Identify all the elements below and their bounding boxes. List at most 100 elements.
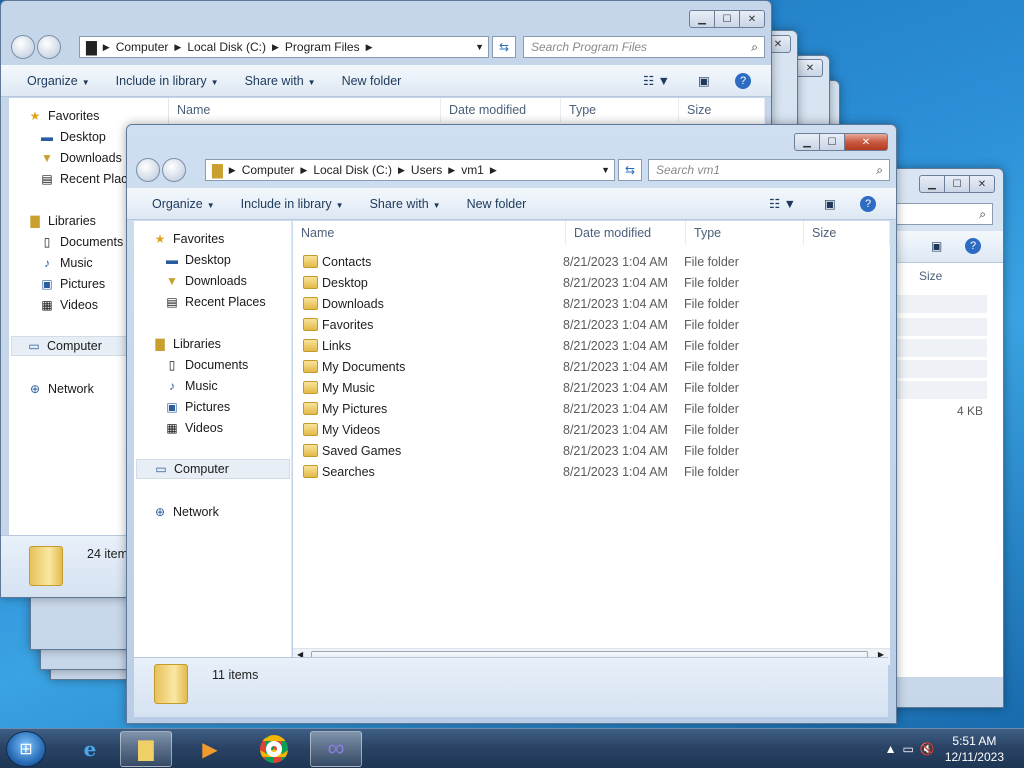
column-type[interactable]: Type xyxy=(561,98,679,122)
taskbar-windows-explorer[interactable]: ▇ xyxy=(120,731,172,767)
clock[interactable]: 5:51 AM 12/11/2023 xyxy=(945,733,1004,765)
refresh-button[interactable]: ⇆ xyxy=(618,159,642,181)
refresh-button[interactable]: ⇆ xyxy=(492,36,516,58)
organize-menu[interactable]: Organize ▼ xyxy=(152,197,215,211)
address-bar[interactable]: ▇ ▶ Computer ▶ Local Disk (C:) ▶ Program Fi… xyxy=(79,36,489,58)
forward-button[interactable] xyxy=(162,158,186,182)
file-row-my-pictures[interactable]: My Pictures 8/21/2023 1:04 AM File folder xyxy=(303,398,890,419)
address-bar[interactable]: ▇ ▶ Computer ▶ Local Disk (C:) ▶ Users ▶ vm1… xyxy=(205,159,615,181)
nav-documents[interactable]: ▯ Documents xyxy=(164,355,291,375)
column-size[interactable]: Size xyxy=(679,98,765,122)
explorer-window-vm1[interactable]: ▁ ☐ ✕ ▇ ▶ Computer ▶ Local Disk (C:) ▶ User… xyxy=(126,124,897,724)
column-date-modified[interactable]: Date modified xyxy=(566,221,686,245)
new-folder-button[interactable]: New folder xyxy=(342,74,402,88)
nav-downloads[interactable]: ▼ Downloads xyxy=(164,271,291,291)
minimize-button[interactable]: ▁ xyxy=(689,10,715,28)
nav-favorites[interactable]: ★ Favorites xyxy=(152,229,291,249)
maximize-button[interactable]: ☐ xyxy=(819,133,845,151)
search-input[interactable]: Search vm1 ⌕ xyxy=(648,159,890,181)
taskbar-visual-studio[interactable]: ∞ xyxy=(310,731,362,767)
help-icon[interactable]: ? xyxy=(735,72,751,89)
network-icon: ⊕ xyxy=(29,382,41,396)
clock-time: 5:51 AM xyxy=(952,734,997,748)
column-size[interactable]: Size xyxy=(804,221,890,245)
include-in-library-menu[interactable]: Include in library ▼ xyxy=(116,74,219,88)
nav-libraries[interactable]: ▇ Libraries xyxy=(152,334,291,354)
file-row-favorites[interactable]: Favorites 8/21/2023 1:04 AM File folder xyxy=(303,314,890,335)
share-with-menu[interactable]: Share with ▼ xyxy=(245,74,316,88)
show-hidden-icons-icon[interactable]: ▲ xyxy=(885,742,897,756)
folder-icon xyxy=(303,318,318,331)
nav-pictures[interactable]: ▣ Pictures xyxy=(164,397,291,417)
nav-recent-places[interactable]: ▤ Recent Places xyxy=(164,292,291,312)
downloads-icon: ▼ xyxy=(166,274,178,288)
preview-pane-icon[interactable]: ▣ xyxy=(931,239,942,253)
file-row-searches[interactable]: Searches 8/21/2023 1:04 AM File folder xyxy=(303,461,890,482)
column-type[interactable]: Type xyxy=(686,221,804,245)
close-button[interactable]: ✕ xyxy=(969,175,995,193)
search-input[interactable]: Search Program Files ⌕ xyxy=(523,36,765,58)
column-name[interactable]: Name xyxy=(293,221,566,245)
file-row-my-videos[interactable]: My Videos 8/21/2023 1:04 AM File folder xyxy=(303,419,890,440)
close-button[interactable]: ✕ xyxy=(739,10,765,28)
taskbar-media-player[interactable]: ▶ xyxy=(184,731,236,767)
breadcrumb-program-files[interactable]: Program Files xyxy=(285,40,360,54)
file-row-links[interactable]: Links 8/21/2023 1:04 AM File folder xyxy=(303,335,890,356)
breadcrumb-computer[interactable]: Computer xyxy=(242,163,295,177)
column-date-modified[interactable]: Date modified xyxy=(441,98,561,122)
include-in-library-menu[interactable]: Include in library ▼ xyxy=(241,197,344,211)
file-row-downloads[interactable]: Downloads 8/21/2023 1:04 AM File folder xyxy=(303,293,890,314)
maximize-button[interactable]: ☐ xyxy=(944,175,970,193)
nav-favorites[interactable]: ★ Favorites xyxy=(27,106,168,126)
minimize-button[interactable]: ▁ xyxy=(919,175,945,193)
preview-pane-icon[interactable]: ▣ xyxy=(824,196,836,211)
help-icon[interactable]: ? xyxy=(860,195,876,212)
breadcrumb-local-disk[interactable]: Local Disk (C:) xyxy=(187,40,266,54)
nav-videos[interactable]: ▦ Videos xyxy=(164,418,291,438)
breadcrumb-local-disk[interactable]: Local Disk (C:) xyxy=(313,163,392,177)
minimize-button[interactable]: ▁ xyxy=(794,133,820,151)
close-button[interactable]: ✕ xyxy=(844,133,888,151)
view-options-icon[interactable]: ☷ ▼ xyxy=(643,73,670,88)
file-row-desktop[interactable]: Desktop 8/21/2023 1:04 AM File folder xyxy=(303,272,890,293)
nav-desktop[interactable]: ▬ Desktop xyxy=(164,250,291,270)
preview-pane-icon[interactable]: ▣ xyxy=(698,73,710,88)
breadcrumb-vm1[interactable]: vm1 xyxy=(461,163,484,177)
start-button[interactable]: ⊞ xyxy=(6,731,46,767)
nav-network[interactable]: ⊕ Network xyxy=(152,502,291,522)
file-row-contacts[interactable]: Contacts 8/21/2023 1:04 AM File folder xyxy=(303,251,890,272)
file-row-my-documents[interactable]: My Documents 8/21/2023 1:04 AM File folder xyxy=(303,356,890,377)
file-row-saved-games[interactable]: Saved Games 8/21/2023 1:04 AM File folder xyxy=(303,440,890,461)
new-folder-button[interactable]: New folder xyxy=(467,197,527,211)
taskbar-internet-explorer[interactable]: e xyxy=(64,731,116,767)
forward-button[interactable] xyxy=(37,35,61,59)
taskbar-chrome[interactable] xyxy=(248,731,300,767)
volume-muted-icon[interactable]: 🔇 xyxy=(920,742,935,756)
back-button[interactable] xyxy=(11,35,35,59)
recent-places-icon: ▤ xyxy=(41,172,53,186)
share-with-menu[interactable]: Share with ▼ xyxy=(370,197,441,211)
caption-buttons: ▁ ☐ ✕ xyxy=(794,133,888,151)
address-dropdown-icon[interactable]: ▼ xyxy=(475,42,484,52)
pictures-icon: ▣ xyxy=(41,277,53,291)
nav-music[interactable]: ♪ Music xyxy=(164,376,291,396)
organize-menu[interactable]: Organize ▼ xyxy=(27,74,90,88)
nav-computer[interactable]: ▭ Computer xyxy=(136,459,290,479)
network-status-icon[interactable]: ▭ xyxy=(903,742,914,756)
address-dropdown-icon[interactable]: ▼ xyxy=(601,165,610,175)
close-button[interactable]: ✕ xyxy=(797,59,823,77)
back-button[interactable] xyxy=(136,158,160,182)
breadcrumb-users[interactable]: Users xyxy=(411,163,442,177)
view-options-icon[interactable]: ☷ ▼ xyxy=(769,196,796,211)
windows-logo-icon: ⊞ xyxy=(19,741,33,758)
videos-icon: ▦ xyxy=(41,298,53,312)
column-name[interactable]: Name xyxy=(169,98,441,122)
folder-icon: ▇ xyxy=(138,738,154,761)
folder-icon xyxy=(303,276,318,289)
breadcrumb-computer[interactable]: Computer xyxy=(116,40,169,54)
column-size[interactable]: Size xyxy=(919,269,942,283)
search-icon: ⌕ xyxy=(876,163,883,177)
file-row-my-music[interactable]: My Music 8/21/2023 1:04 AM File folder xyxy=(303,377,890,398)
maximize-button[interactable]: ☐ xyxy=(714,10,740,28)
help-icon[interactable]: ? xyxy=(965,238,981,254)
